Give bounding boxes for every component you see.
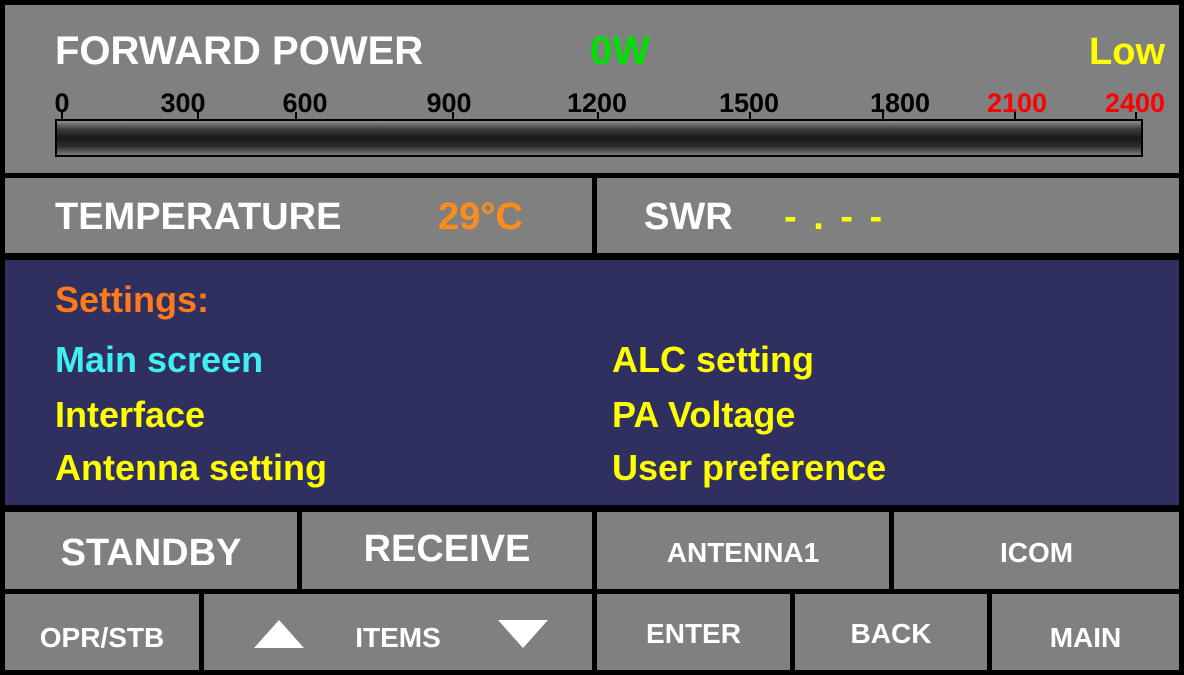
scale-label-1800: 1800	[869, 88, 931, 118]
enter-label: ENTER	[646, 618, 741, 649]
receive-label: RECEIVE	[363, 528, 531, 570]
enter-button[interactable]: ENTER	[597, 594, 790, 670]
scale-label-600: 600	[282, 88, 328, 118]
menu-item-alc-setting[interactable]: ALC setting	[612, 342, 814, 378]
temperature-value: 29°C	[438, 196, 523, 238]
main-button[interactable]: MAIN	[992, 594, 1179, 670]
back-label: BACK	[850, 618, 932, 649]
main-label: MAIN	[1049, 622, 1122, 653]
interface-status: ICOM	[894, 512, 1179, 589]
forward-power-panel: FORWARD POWER 0W Low 0 300 600 900 1200 …	[5, 5, 1179, 173]
scale-label-900: 900	[426, 88, 472, 118]
arrow-down-icon[interactable]	[498, 620, 548, 648]
swr-label: SWR	[644, 196, 733, 238]
swr-value: - . - -	[784, 196, 886, 238]
settings-title: Settings:	[55, 279, 210, 320]
menu-item-interface[interactable]: Interface	[55, 397, 205, 433]
swr-panel: SWR - . - -	[597, 178, 1179, 253]
opr-stb-label: OPR/STB	[39, 622, 165, 653]
temperature-label: TEMPERATURE	[55, 196, 342, 238]
forward-power-bar	[55, 119, 1143, 157]
temperature-panel: TEMPERATURE 29°C	[5, 178, 592, 253]
menu-item-user-preference[interactable]: User preference	[612, 450, 886, 486]
power-level-indicator: Low	[1089, 31, 1165, 73]
menu-item-pa-voltage[interactable]: PA Voltage	[612, 397, 795, 433]
standby-label: STANDBY	[60, 532, 242, 574]
forward-power-title: FORWARD POWER	[55, 29, 424, 73]
menu-item-antenna-setting[interactable]: Antenna setting	[55, 450, 327, 486]
opr-stb-button[interactable]: OPR/STB	[5, 594, 199, 670]
forward-power-value: 0W	[590, 29, 650, 73]
antenna-label: ANTENNA1	[666, 537, 820, 568]
items-button[interactable]: ITEMS	[204, 594, 592, 670]
interface-label: ICOM	[999, 537, 1074, 568]
settings-menu: Settings: Main screen ALC setting Interf…	[5, 260, 1179, 505]
receive-status: RECEIVE	[302, 512, 592, 589]
scale-label-2100: 2100	[986, 88, 1048, 118]
standby-status: STANDBY	[5, 512, 297, 589]
back-button[interactable]: BACK	[795, 594, 987, 670]
menu-item-main-screen[interactable]: Main screen	[55, 342, 263, 378]
antenna-status: ANTENNA1	[597, 512, 889, 589]
